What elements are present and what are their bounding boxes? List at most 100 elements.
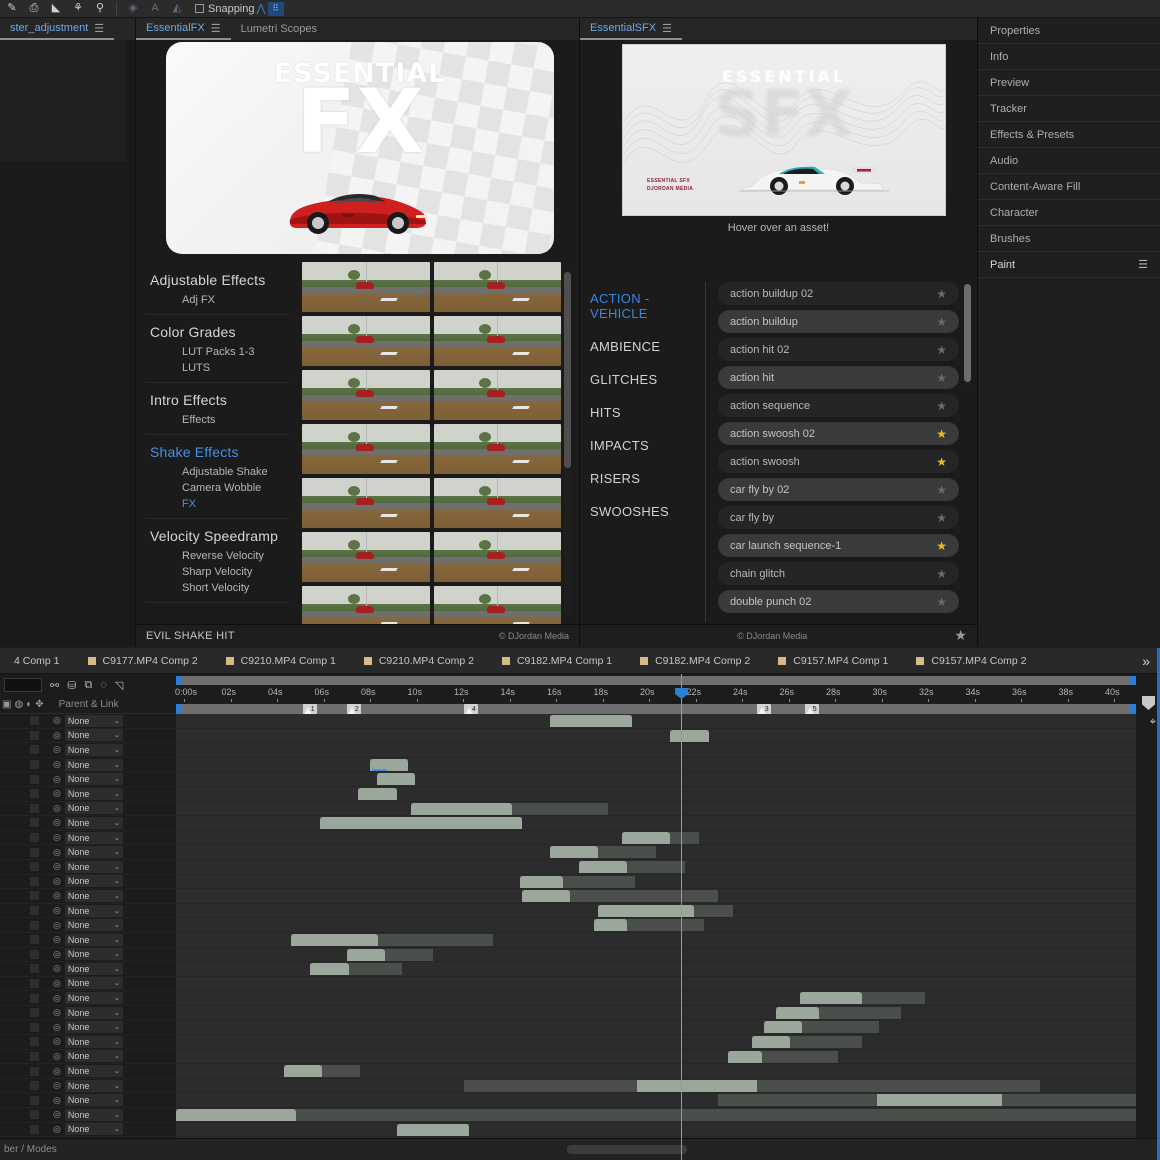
timeline-layer-row[interactable]: ◎None⌄ [0, 772, 176, 787]
parent-dropdown[interactable]: None⌄ [65, 875, 123, 887]
timeline-layer-row[interactable]: ◎None⌄ [0, 1050, 176, 1065]
layer-switch-box[interactable] [30, 775, 39, 784]
text-mask-icon[interactable]: A [145, 1, 165, 17]
chevron-down-icon[interactable]: ⌄ [114, 804, 120, 812]
timeline-grid-row[interactable] [176, 1093, 1136, 1108]
chevron-down-icon[interactable]: ⌄ [114, 1111, 120, 1119]
timeline-clip[interactable] [520, 876, 635, 888]
fx-category-header[interactable]: Shake Effects [146, 440, 290, 464]
timeline-clip[interactable] [752, 1036, 862, 1048]
tab-ster-adjustment[interactable]: ster_adjustment ☰ [0, 18, 114, 40]
timeline-layer-row[interactable]: ◎None⌄ [0, 816, 176, 831]
hamburger-icon[interactable]: ☰ [94, 22, 104, 35]
sfx-category-item[interactable]: RISERS [588, 462, 705, 495]
pick-whip-icon[interactable]: ◎ [53, 847, 61, 858]
layer-switch-box[interactable] [30, 862, 39, 871]
timeline-grid-row[interactable] [176, 1079, 1136, 1094]
timeline-clip[interactable] [347, 949, 433, 961]
parent-dropdown[interactable]: None⌄ [65, 905, 123, 917]
timeline-clip[interactable] [284, 1065, 361, 1077]
eraser-icon[interactable]: ◣ [46, 1, 66, 17]
parent-link-icon[interactable]: ⚯ [50, 679, 59, 692]
fx-preset-thumbnail[interactable] [434, 532, 562, 582]
lock-icon[interactable]: ✥ [35, 699, 43, 710]
chevron-down-icon[interactable]: ⌄ [114, 1067, 120, 1075]
layer-switch-box[interactable] [30, 921, 39, 930]
favorite-star-icon[interactable]: ★ [936, 371, 947, 385]
prop-item-paint[interactable]: Paint☰ [978, 252, 1160, 278]
pick-whip-icon[interactable]: ◎ [53, 774, 61, 785]
sfx-asset-row[interactable]: car fly by★ [718, 506, 959, 529]
chevron-down-icon[interactable]: ⌄ [114, 746, 120, 754]
timeline-grid-row[interactable] [176, 831, 1136, 846]
prop-item-brushes[interactable]: Brushes [978, 226, 1160, 252]
timeline-tab[interactable]: C9157.MP4 Comp 2 [902, 655, 1040, 667]
timeline-layer-row[interactable]: ◎None⌄ [0, 802, 176, 817]
layer-switch-box[interactable] [30, 833, 39, 842]
search-input[interactable] [4, 678, 42, 692]
sfx-category-item[interactable]: IMPACTS [588, 429, 705, 462]
timeline-grid-row[interactable] [176, 802, 1136, 817]
timeline-clip[interactable] [176, 1109, 1136, 1121]
favorite-star-icon[interactable]: ★ [936, 315, 947, 329]
parent-dropdown[interactable]: None⌄ [65, 977, 123, 989]
timeline-layer-row[interactable]: ◎None⌄ [0, 714, 176, 729]
sfx-asset-row[interactable]: chain glitch★ [718, 562, 959, 585]
fx-thumbs-scrollbar-track[interactable] [564, 268, 571, 616]
timeline-clip[interactable] [370, 759, 408, 771]
fx-category-item[interactable]: Reverse Velocity [146, 548, 290, 564]
zoom-slider[interactable] [567, 1145, 687, 1154]
chevron-down-icon[interactable]: ⌄ [114, 1125, 120, 1133]
pick-whip-icon[interactable]: ◎ [53, 949, 61, 960]
favorite-star-icon[interactable]: ★ [936, 343, 947, 357]
parent-dropdown[interactable]: None⌄ [65, 817, 123, 829]
timeline-clip[interactable] [411, 803, 608, 815]
layer-switch-box[interactable] [30, 1052, 39, 1061]
fx-preset-thumbnail[interactable] [434, 262, 562, 312]
prop-item-character[interactable]: Character [978, 200, 1160, 226]
sfx-category-item[interactable]: ACTION - VEHICLE [588, 282, 705, 330]
timeline-grid-row[interactable] [176, 787, 1136, 802]
timeline-clip[interactable] [670, 730, 708, 742]
timeline-grid-row[interactable] [176, 933, 1136, 948]
pick-whip-icon[interactable]: ◎ [53, 1080, 61, 1091]
parent-dropdown[interactable]: None⌄ [65, 1123, 123, 1135]
pick-whip-icon[interactable]: ◎ [53, 978, 61, 989]
timeline-grid-row[interactable] [176, 1050, 1136, 1065]
3d-renderer-icon[interactable]: ⛁ [67, 679, 76, 692]
pick-whip-icon[interactable]: ◎ [53, 890, 61, 901]
graph-editor-icon[interactable]: ◹ [115, 679, 123, 692]
fx-category-item[interactable]: Sharp Velocity [146, 564, 290, 580]
parent-dropdown[interactable]: None⌄ [65, 788, 123, 800]
parent-dropdown[interactable]: None⌄ [65, 992, 123, 1004]
chevron-down-icon[interactable]: ⌄ [114, 775, 120, 783]
timeline-grid-row[interactable] [176, 729, 1136, 744]
nav-handle-right[interactable] [1130, 676, 1136, 685]
chevron-down-icon[interactable]: ⌄ [114, 1052, 120, 1060]
pick-whip-icon[interactable]: ◎ [53, 861, 61, 872]
timeline-layer-row[interactable]: ◎None⌄ [0, 918, 176, 933]
timeline-clip[interactable] [764, 1021, 879, 1033]
layer-switch-box[interactable] [30, 760, 39, 769]
timeline-grid-row[interactable] [176, 948, 1136, 963]
puppet-pin-icon[interactable]: ⚲ [90, 1, 110, 17]
chevron-down-icon[interactable]: ⌄ [114, 979, 120, 987]
favorite-star-icon[interactable]: ★ [936, 427, 947, 441]
layer-switch-box[interactable] [30, 1023, 39, 1032]
timeline-clip[interactable] [358, 788, 396, 800]
fx-category-item[interactable]: Short Velocity [146, 580, 290, 596]
layer-switch-box[interactable] [30, 1037, 39, 1046]
timeline-tab[interactable]: C9210.MP4 Comp 1 [212, 655, 350, 667]
timeline-tab-bar[interactable]: 4 Comp 1C9177.MP4 Comp 2C9210.MP4 Comp 1… [0, 648, 1160, 674]
sfx-category-item[interactable]: GLITCHES [588, 363, 705, 396]
timeline-tab[interactable]: C9210.MP4 Comp 2 [350, 655, 488, 667]
timeline-grid-row[interactable] [176, 991, 1136, 1006]
hamburger-icon[interactable]: ☰ [662, 22, 672, 35]
timeline-clip[interactable] [464, 1080, 1040, 1092]
timeline-layer-row[interactable]: ◎None⌄ [0, 991, 176, 1006]
pick-whip-icon[interactable]: ◎ [53, 759, 61, 770]
timeline-layer-row[interactable]: ◎None⌄ [0, 933, 176, 948]
timeline-clip[interactable] [377, 773, 415, 785]
timeline-tab[interactable]: 4 Comp 1 [0, 655, 74, 667]
timeline-toolbar[interactable]: ⚯ ⛁ ⧉ ◌ ◹ [0, 674, 176, 696]
